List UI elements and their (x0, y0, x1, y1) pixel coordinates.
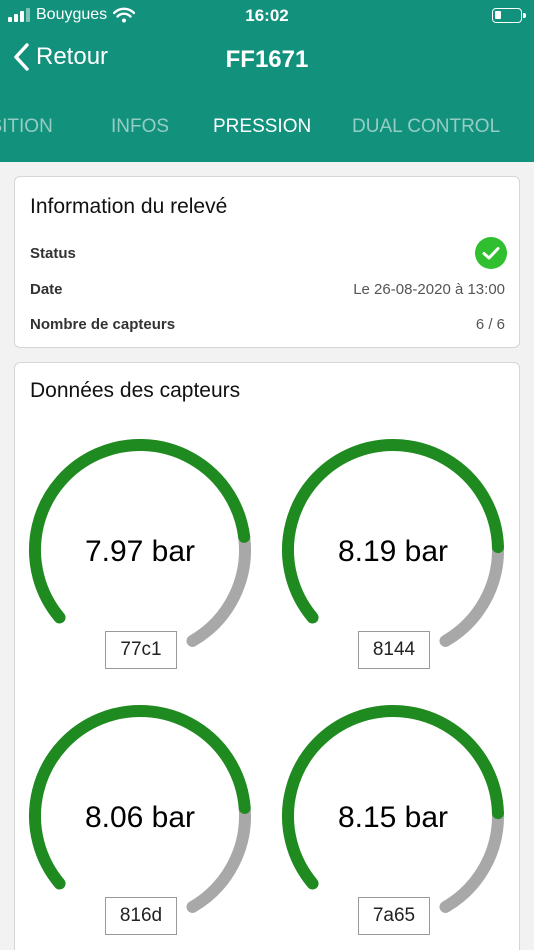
back-button[interactable]: Retour (12, 42, 108, 72)
pressure-gauge: 7.97 bar 77c1 (15, 435, 265, 695)
date-label: Date (30, 281, 63, 298)
date-row: Date Le 26-08-2020 à 13:00 (30, 281, 505, 303)
gauge-fill (29, 705, 251, 890)
gauge-value: 8.19 bar (337, 535, 449, 568)
gauge-fill (29, 438, 251, 624)
gauge-fill (282, 704, 504, 890)
pressure-gauge: 8.06 bar 816d (15, 701, 265, 950)
info-card-title: Information du relevé (30, 195, 228, 218)
pressure-gauge: 8.19 bar 8144 (268, 435, 518, 695)
gauge-value: 8.15 bar (337, 801, 449, 834)
sensor-count-row: Nombre de capteurs 6 / 6 (30, 316, 505, 338)
app-header: Bouygues 16:02 Retour FF1671 POSITION IN… (0, 0, 534, 162)
status-row: Status (30, 237, 507, 269)
tab-position[interactable]: POSITION (0, 116, 53, 138)
sensor-id: 7a65 (358, 897, 430, 935)
gauge-value: 8.06 bar (84, 801, 196, 834)
sensor-count-value: 6 / 6 (475, 316, 505, 333)
navigation-bar: Retour FF1671 (0, 38, 534, 84)
sensor-id: 8144 (358, 631, 430, 669)
date-value: Le 26-08-2020 à 13:00 (353, 281, 505, 298)
sensor-id: 77c1 (105, 631, 177, 669)
tab-pression[interactable]: PRESSION (213, 116, 311, 138)
gauge-value: 7.97 bar (84, 535, 196, 568)
check-circle-icon (475, 237, 507, 269)
battery-icon (492, 8, 526, 23)
tab-bar: POSITION INFOS PRESSION DUAL CONTROL (0, 100, 534, 156)
status-bar: Bouygues 16:02 (0, 0, 534, 32)
status-time: 16:02 (245, 6, 289, 25)
sensor-count-label: Nombre de capteurs (30, 316, 176, 333)
status-label: Status (30, 245, 76, 262)
tab-dual-control[interactable]: DUAL CONTROL (352, 116, 500, 138)
tab-infos[interactable]: INFOS (111, 116, 169, 138)
reading-info-card: Information du relevé Status Date Le 26-… (14, 176, 520, 348)
sensor-id: 816d (105, 897, 177, 935)
sensor-data-card: Données des capteurs 7.97 bar 77c1 8.19 … (14, 362, 520, 950)
back-label: Retour (36, 43, 109, 70)
gauge-fill (282, 438, 504, 624)
chevron-left-icon (14, 43, 29, 71)
sensors-card-title: Données des capteurs (30, 379, 241, 402)
pressure-gauge: 8.15 bar 7a65 (268, 701, 518, 950)
